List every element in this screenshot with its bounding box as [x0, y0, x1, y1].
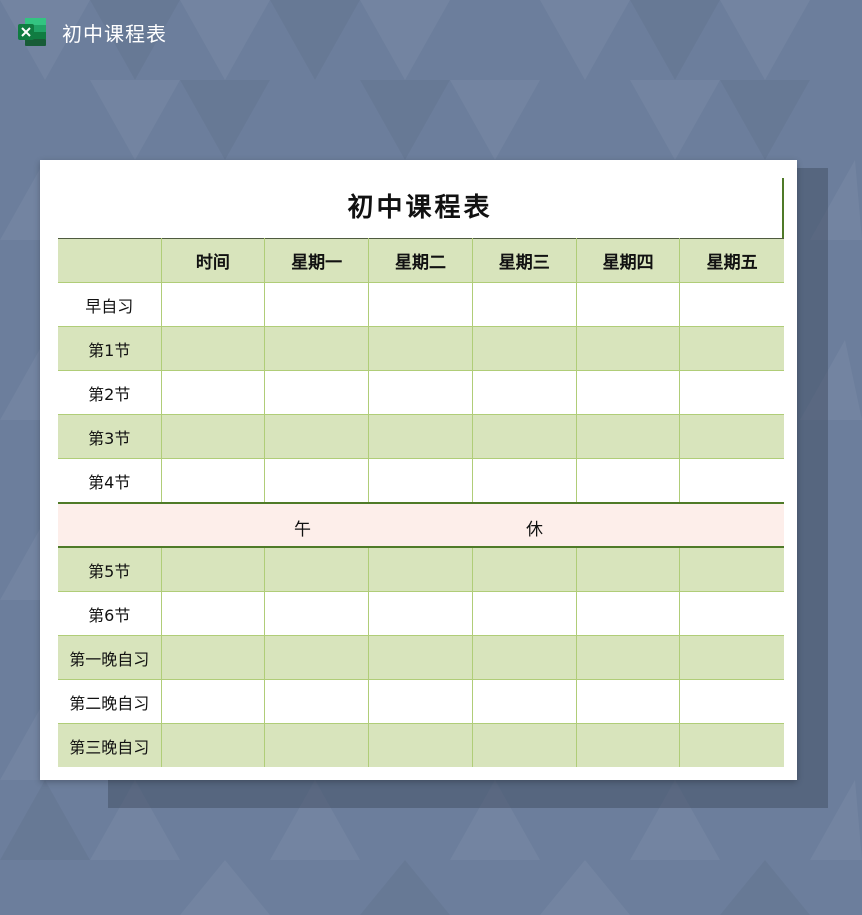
header-cell-time[interactable]: 时间: [160, 238, 266, 283]
table-cell[interactable]: [368, 679, 473, 724]
table-row: 早自习: [58, 282, 784, 327]
lunch-break-row: 午 休: [58, 502, 784, 548]
row-label[interactable]: 第6节: [58, 591, 162, 636]
table-cell[interactable]: [264, 723, 370, 767]
table-cell[interactable]: [471, 546, 577, 592]
table-cell[interactable]: [575, 591, 681, 636]
table-cell[interactable]: [160, 679, 266, 724]
table-cell[interactable]: [471, 326, 577, 371]
excel-icon[interactable]: [16, 16, 48, 48]
table-cell[interactable]: [575, 679, 681, 724]
table-cell[interactable]: [575, 326, 681, 371]
lunch-break-cell[interactable]: 午 休: [58, 502, 784, 548]
table-cell[interactable]: [471, 458, 577, 504]
table-row: 第三晚自习: [58, 723, 784, 767]
table-cell[interactable]: [679, 370, 784, 415]
row-label[interactable]: 第1节: [58, 326, 162, 371]
header-cell-corner[interactable]: [58, 238, 162, 283]
row-label[interactable]: 第二晚自习: [58, 679, 162, 724]
table-cell[interactable]: [679, 282, 784, 327]
row-label[interactable]: 第2节: [58, 370, 162, 415]
table-cell[interactable]: [471, 414, 577, 459]
table-cell[interactable]: [264, 546, 370, 592]
table-cell[interactable]: [575, 458, 681, 504]
table-cell[interactable]: [264, 326, 370, 371]
table-cell[interactable]: [160, 370, 266, 415]
row-label[interactable]: 第5节: [58, 546, 162, 592]
table-cell[interactable]: [160, 591, 266, 636]
lunch-label-right: 休: [526, 520, 543, 540]
table-cell[interactable]: [368, 591, 473, 636]
table-cell[interactable]: [264, 370, 370, 415]
sheet-title: 初中课程表: [347, 193, 493, 223]
table-row: 第6节: [58, 591, 784, 636]
header-cell-tuesday[interactable]: 星期二: [368, 238, 473, 283]
table-cell[interactable]: [679, 635, 784, 680]
table-row: 第4节: [58, 458, 784, 504]
table-cell[interactable]: [471, 723, 577, 767]
table-cell[interactable]: [160, 282, 266, 327]
table-cell[interactable]: [264, 679, 370, 724]
table-cell[interactable]: [679, 546, 784, 592]
table-cell[interactable]: [575, 635, 681, 680]
schedule-sheet: 初中课程表 时间 星期一 星期二 星期三 星期四 星期五 早自习 第1节 第2节…: [58, 178, 784, 767]
table-cell[interactable]: [368, 546, 473, 592]
table-row: 第3节: [58, 414, 784, 459]
table-cell[interactable]: [575, 370, 681, 415]
row-label[interactable]: 第一晚自习: [58, 635, 162, 680]
header-cell-wednesday[interactable]: 星期三: [471, 238, 577, 283]
header-cell-monday[interactable]: 星期一: [264, 238, 370, 283]
table-cell[interactable]: [679, 679, 784, 724]
schedule-table: 时间 星期一 星期二 星期三 星期四 星期五 早自习 第1节 第2节 第3节 第…: [58, 238, 784, 767]
table-cell[interactable]: [679, 591, 784, 636]
header-row: 时间 星期一 星期二 星期三 星期四 星期五: [58, 238, 784, 283]
table-cell[interactable]: [160, 326, 266, 371]
table-cell[interactable]: [471, 370, 577, 415]
table-row: 第5节: [58, 546, 784, 592]
row-label[interactable]: 早自习: [58, 282, 162, 327]
table-cell[interactable]: [471, 282, 577, 327]
table-cell[interactable]: [264, 282, 370, 327]
table-cell[interactable]: [368, 282, 473, 327]
table-cell[interactable]: [679, 326, 784, 371]
table-row: 第1节: [58, 326, 784, 371]
row-label[interactable]: 第三晚自习: [58, 723, 162, 767]
table-cell[interactable]: [575, 282, 681, 327]
table-cell[interactable]: [368, 458, 473, 504]
table-cell[interactable]: [264, 591, 370, 636]
table-cell[interactable]: [160, 635, 266, 680]
table-cell[interactable]: [471, 591, 577, 636]
table-row: 第一晚自习: [58, 635, 784, 680]
table-cell[interactable]: [679, 723, 784, 767]
table-cell[interactable]: [160, 458, 266, 504]
row-label[interactable]: 第3节: [58, 414, 162, 459]
table-cell[interactable]: [160, 723, 266, 767]
table-row: 第二晚自习: [58, 679, 784, 724]
table-cell[interactable]: [471, 635, 577, 680]
table-cell[interactable]: [368, 326, 473, 371]
table-cell[interactable]: [575, 414, 681, 459]
spreadsheet-card: 初中课程表 时间 星期一 星期二 星期三 星期四 星期五 早自习 第1节 第2节…: [40, 160, 797, 780]
app-header: 初中课程表: [16, 12, 167, 52]
table-cell[interactable]: [368, 723, 473, 767]
table-cell[interactable]: [575, 723, 681, 767]
table-cell[interactable]: [368, 370, 473, 415]
table-cell[interactable]: [368, 635, 473, 680]
table-cell[interactable]: [679, 414, 784, 459]
table-cell[interactable]: [264, 458, 370, 504]
table-cell[interactable]: [264, 414, 370, 459]
table-cell[interactable]: [368, 414, 473, 459]
header-cell-friday[interactable]: 星期五: [679, 238, 784, 283]
table-row: 第2节: [58, 370, 784, 415]
table-cell[interactable]: [264, 635, 370, 680]
table-cell[interactable]: [679, 458, 784, 504]
app-title: 初中课程表: [62, 21, 167, 46]
table-cell[interactable]: [160, 414, 266, 459]
lunch-label-left: 午: [294, 520, 311, 540]
table-cell[interactable]: [471, 679, 577, 724]
table-cell[interactable]: [575, 546, 681, 592]
table-cell[interactable]: [160, 546, 266, 592]
row-label[interactable]: 第4节: [58, 458, 162, 504]
header-cell-thursday[interactable]: 星期四: [575, 238, 681, 283]
